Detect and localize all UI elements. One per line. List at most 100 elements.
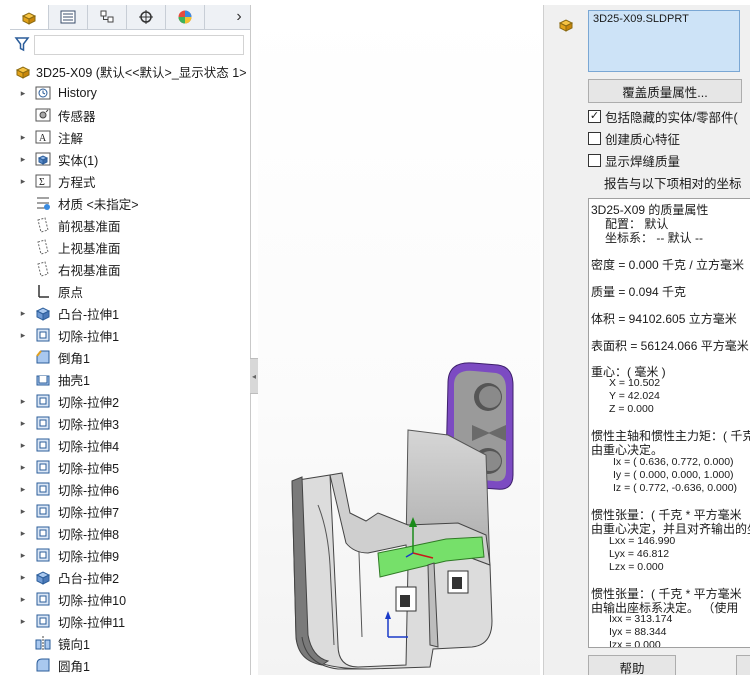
- cut-extrude-icon: [34, 502, 52, 520]
- crosshair-icon: [139, 10, 153, 24]
- tree-item[interactable]: ▸ Σ 方程式: [10, 170, 250, 192]
- tree-item-label: 材质 <未指定>: [58, 197, 139, 212]
- tree-item[interactable]: ▸ 切除-拉伸5: [10, 456, 250, 478]
- svg-text:A: A: [39, 133, 47, 144]
- tree-item-label: 切除-拉伸7: [58, 505, 120, 520]
- part-cubes-icon: [15, 66, 31, 79]
- expand-arrow-icon[interactable]: ▸: [18, 176, 28, 187]
- shell-icon: [34, 370, 52, 388]
- tree-item-label: 圆角1: [58, 659, 90, 674]
- expand-arrow-icon[interactable]: ▸: [18, 594, 28, 605]
- secondary-button[interactable]: [736, 655, 750, 675]
- selected-items-list[interactable]: 3D25-X09.SLDPRT: [588, 10, 740, 72]
- tree-item[interactable]: ▸上视基准面: [10, 236, 250, 258]
- expand-arrow-icon[interactable]: ▸: [18, 132, 28, 143]
- tree-item-label: 切除-拉伸5: [58, 461, 120, 476]
- tree-item-label: 上视基准面: [58, 241, 121, 256]
- tree-item[interactable]: ▸ 切除-拉伸2: [10, 390, 250, 412]
- tree-item[interactable]: ▸ History: [10, 82, 250, 104]
- include-hidden-checkbox[interactable]: ✓ 包括隐藏的实体/零部件(: [588, 107, 738, 125]
- tree-item[interactable]: ▸圆角1: [10, 654, 250, 675]
- results-density: 密度 = 0.000 千克 / 立方毫米: [591, 258, 745, 272]
- tree-item-label: 切除-拉伸2: [58, 395, 120, 410]
- results-volume: 体积 = 94102.605 立方毫米: [591, 312, 737, 326]
- tree-item[interactable]: ▸ 切除-拉伸4: [10, 434, 250, 456]
- expand-arrow-icon[interactable]: ▸: [18, 396, 28, 407]
- expand-arrow-icon[interactable]: ▸: [18, 154, 28, 165]
- tree-item[interactable]: ▸ 切除-拉伸9: [10, 544, 250, 566]
- tree-item-label: 凸台-拉伸1: [58, 307, 120, 322]
- fillet-icon: [34, 656, 52, 674]
- expand-arrow-icon[interactable]: ▸: [18, 616, 28, 627]
- history-icon: [34, 84, 52, 102]
- expand-arrow-icon[interactable]: ▸: [18, 88, 28, 99]
- results-ixx: Ixx = 313.174: [609, 613, 673, 625]
- expand-arrow-icon[interactable]: ▸: [18, 550, 28, 561]
- create-com-checkbox[interactable]: 创建质心特征: [588, 129, 680, 147]
- expand-arrow-icon[interactable]: ▸: [18, 418, 28, 429]
- expand-arrow-icon[interactable]: ▸: [18, 484, 28, 495]
- selected-item[interactable]: 3D25-X09.SLDPRT: [593, 13, 689, 25]
- tree-item-label: 切除-拉伸11: [58, 615, 126, 630]
- tree-item[interactable]: ▸ 切除-拉伸1: [10, 324, 250, 346]
- tree-item[interactable]: ▸ 切除-拉伸11: [10, 610, 250, 632]
- graphics-area[interactable]: [258, 5, 540, 675]
- tab-display-manager[interactable]: [166, 5, 205, 29]
- tree-item[interactable]: ▸原点: [10, 280, 250, 302]
- mass-properties-results[interactable]: 3D25-X09 的质量属性 配置： 默认 坐标系： -- 默认 -- 密度 =…: [588, 198, 750, 648]
- expand-arrow-icon[interactable]: ▸: [18, 308, 28, 319]
- tree-item-label: 右视基准面: [58, 263, 121, 278]
- svg-text:Σ: Σ: [39, 177, 45, 188]
- tree-item[interactable]: ▸ 切除-拉伸7: [10, 500, 250, 522]
- override-mass-properties-button[interactable]: 覆盖质量属性...: [588, 79, 742, 103]
- mirror-icon: [34, 634, 52, 652]
- tree-item[interactable]: ▸前视基准面: [10, 214, 250, 236]
- tree-item[interactable]: ▸倒角1: [10, 346, 250, 368]
- tree-item[interactable]: ▸抽壳1: [10, 368, 250, 390]
- tree-item[interactable]: ▸ 凸台-拉伸1: [10, 302, 250, 324]
- tree-item[interactable]: ▸ 切除-拉伸3: [10, 412, 250, 434]
- show-weld-mass-checkbox[interactable]: 显示焊缝质量: [588, 151, 680, 169]
- tree-item[interactable]: ▸ 切除-拉伸10: [10, 588, 250, 610]
- results-mass: 质量 = 0.094 千克: [591, 285, 687, 299]
- expand-arrow-icon[interactable]: ▸: [18, 506, 28, 517]
- tree-item[interactable]: ▸ 切除-拉伸8: [10, 522, 250, 544]
- chevron-right-icon[interactable]: ›: [228, 5, 250, 29]
- tab-feature-manager[interactable]: [10, 5, 49, 29]
- tree-item[interactable]: ▸材质 <未指定>: [10, 192, 250, 214]
- expand-arrow-icon[interactable]: ▸: [18, 440, 28, 451]
- results-com-z: Z = 0.000: [609, 403, 654, 415]
- tab-property-manager[interactable]: [49, 5, 88, 29]
- plane-icon: [34, 216, 52, 234]
- tree-item[interactable]: ▸传感器: [10, 104, 250, 126]
- filter-icon[interactable]: [14, 36, 30, 52]
- tab-dimxpert-manager[interactable]: [127, 5, 166, 29]
- results-com-x: X = 10.502: [609, 377, 661, 389]
- tab-configuration-manager[interactable]: [88, 5, 127, 29]
- tree-item[interactable]: ▸ A 注解: [10, 126, 250, 148]
- cut-extrude-icon: [34, 524, 52, 542]
- property-list-icon: [60, 10, 76, 24]
- expand-arrow-icon[interactable]: ▸: [18, 572, 28, 583]
- equations-icon: Σ: [34, 172, 52, 190]
- expand-arrow-icon[interactable]: ▸: [18, 528, 28, 539]
- tree-item[interactable]: ▸右视基准面: [10, 258, 250, 280]
- expand-arrow-icon[interactable]: ▸: [18, 330, 28, 341]
- tree-item[interactable]: ▸ 凸台-拉伸2: [10, 566, 250, 588]
- configuration-icon: [100, 10, 114, 23]
- tree-root[interactable]: 3D25-X09 (默认<<默认>_显示状态 1>: [10, 60, 250, 82]
- filter-input[interactable]: [34, 35, 244, 55]
- cut-extrude-icon: [34, 590, 52, 608]
- part-cubes-icon: [558, 19, 574, 32]
- plane-icon: [34, 260, 52, 278]
- tree-item-label: 切除-拉伸3: [58, 417, 120, 432]
- help-button[interactable]: 帮助: [588, 655, 676, 675]
- tree-item[interactable]: ▸镜向1: [10, 632, 250, 654]
- checkbox-unchecked-icon: [588, 153, 601, 167]
- expand-arrow-icon[interactable]: ▸: [18, 462, 28, 473]
- tree-item[interactable]: ▸ 实体(1): [10, 148, 250, 170]
- plane-icon: [34, 238, 52, 256]
- results-lyx: Lyx = 46.812: [609, 548, 670, 560]
- tree-item[interactable]: ▸ 切除-拉伸6: [10, 478, 250, 500]
- manager-tabs: ›: [10, 5, 250, 30]
